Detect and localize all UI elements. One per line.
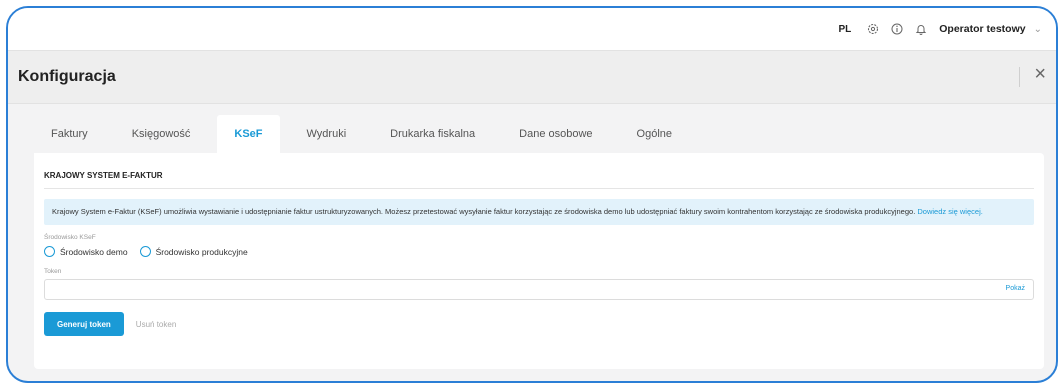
show-token-link[interactable]: Pokaż bbox=[1006, 285, 1025, 292]
learn-more-link[interactable]: Dowiedz się więcej. bbox=[917, 207, 982, 216]
radio-circle[interactable] bbox=[139, 246, 151, 257]
generate-token-button[interactable]: Generuj token bbox=[44, 312, 124, 336]
tab-wydruki[interactable]: Wydruki bbox=[290, 115, 364, 153]
ksef-panel: KRAJOWY SYSTEM E-FAKTUR Krajowy System e… bbox=[34, 153, 1044, 369]
language-selector[interactable]: PL bbox=[838, 24, 851, 35]
info-text: Krajowy System e-Faktur (KSeF) umożliwia… bbox=[52, 207, 916, 216]
token-label: Token bbox=[44, 268, 62, 275]
chevron-down-icon[interactable]: ⌄ bbox=[1034, 24, 1042, 35]
environment-label: Środowisko KSeF bbox=[44, 234, 96, 241]
tab-ksef[interactable]: KSeF bbox=[217, 115, 280, 153]
tab-ksiegowosc[interactable]: Księgowość bbox=[115, 115, 208, 153]
radio-env-demo[interactable]: Środowisko demo bbox=[44, 246, 128, 257]
radio-label-demo: Środowisko demo bbox=[60, 246, 128, 257]
token-actions: Generuj token Usuń token bbox=[44, 312, 1034, 336]
page-title: Konfiguracja bbox=[18, 68, 116, 85]
delete-token-button[interactable]: Usuń token bbox=[136, 320, 176, 329]
info-box: Krajowy System e-Faktur (KSeF) umożliwia… bbox=[44, 199, 1034, 225]
gear-icon[interactable] bbox=[867, 23, 879, 35]
tab-faktury[interactable]: Faktury bbox=[34, 115, 105, 153]
section-title: KRAJOWY SYSTEM E-FAKTUR bbox=[44, 153, 1034, 189]
close-icon[interactable]: × bbox=[1034, 64, 1046, 84]
tab-dane-osobowe[interactable]: Dane osobowe bbox=[502, 115, 609, 153]
tab-drukarka-fiskalna[interactable]: Drukarka fiskalna bbox=[373, 115, 492, 153]
tab-ogolne[interactable]: Ogólne bbox=[620, 115, 689, 153]
page-header: Konfiguracja × bbox=[8, 50, 1056, 104]
info-icon[interactable] bbox=[891, 23, 903, 35]
token-input[interactable] bbox=[45, 280, 943, 301]
radio-env-production[interactable]: Środowisko produkcyjne bbox=[139, 246, 248, 257]
header-divider bbox=[1019, 67, 1020, 87]
top-bar: PL Operator testowy ⌄ bbox=[8, 8, 1056, 50]
bell-icon[interactable] bbox=[915, 23, 927, 35]
environment-radio-group: Środowisko demo Środowisko produkcyjne bbox=[44, 246, 1034, 257]
operator-name[interactable]: Operator testowy bbox=[939, 23, 1025, 35]
radio-circle[interactable] bbox=[44, 246, 55, 257]
config-tabs: Faktury Księgowość KSeF Wydruki Drukarka… bbox=[34, 115, 699, 153]
radio-label-production: Środowisko produkcyjne bbox=[155, 246, 248, 257]
app-window: PL Operator testowy ⌄ Konfiguracja × Fak… bbox=[6, 6, 1058, 383]
token-field-wrapper: Pokaż bbox=[44, 279, 1034, 301]
